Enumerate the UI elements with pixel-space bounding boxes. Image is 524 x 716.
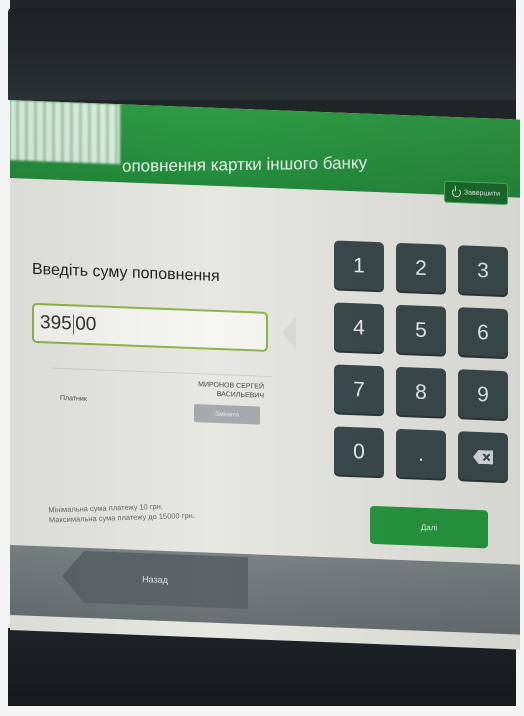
key-decimal[interactable]: . (396, 428, 446, 481)
key-5[interactable]: 5 (396, 304, 446, 357)
numeric-keypad: 1 2 3 4 5 6 7 8 9 0 . (334, 240, 520, 517)
amount-input[interactable]: 395 00 (32, 302, 268, 352)
change-payer-button[interactable]: Змінити (194, 404, 260, 425)
limits-info: Мінімальна сума платежу 10 грн. Максимал… (48, 501, 195, 526)
key-8[interactable]: 8 (396, 366, 446, 419)
atm-screen: оповнення картки іншого банку Завершити … (10, 100, 520, 650)
back-button[interactable]: Назад (62, 550, 248, 609)
key-3[interactable]: 3 (458, 245, 508, 298)
exit-button-label: Завершити (463, 188, 501, 198)
backspace-icon (473, 450, 493, 465)
power-icon (451, 187, 461, 197)
atm-photo: оповнення картки іншого банку Завершити … (0, 0, 524, 716)
amount-integer-part: 395 (40, 312, 72, 335)
backspace-key[interactable] (458, 431, 508, 484)
header-bar: оповнення картки іншого банку Завершити (10, 100, 520, 206)
page-title: оповнення картки іншого банку (122, 153, 368, 176)
next-button[interactable]: Далі (370, 505, 488, 549)
key-0[interactable]: 0 (334, 426, 384, 479)
key-6[interactable]: 6 (458, 307, 508, 360)
key-7[interactable]: 7 (334, 364, 384, 417)
amount-fraction-part: 00 (75, 313, 97, 336)
text-caret (72, 314, 75, 335)
wall-left (0, 0, 10, 716)
light-glare (10, 100, 120, 165)
exit-button[interactable]: Завершити (444, 180, 508, 206)
key-4[interactable]: 4 (334, 302, 384, 355)
payer-label: Платник (60, 394, 87, 403)
payer-row: Платник МИРОНОВ СЕРГЕЙ ВАСИЛЬЕВИЧ Змінит… (52, 367, 272, 438)
key-9[interactable]: 9 (458, 369, 508, 422)
payer-name: МИРОНОВ СЕРГЕЙ ВАСИЛЬЕВИЧ (198, 381, 264, 400)
amount-prompt: Введіть суму поповнення (32, 260, 220, 286)
wall-bottom (0, 706, 524, 716)
key-2[interactable]: 2 (396, 242, 446, 295)
key-1[interactable]: 1 (334, 240, 384, 293)
atm-bezel-top (8, 8, 516, 100)
input-pointer-notch (282, 316, 296, 349)
